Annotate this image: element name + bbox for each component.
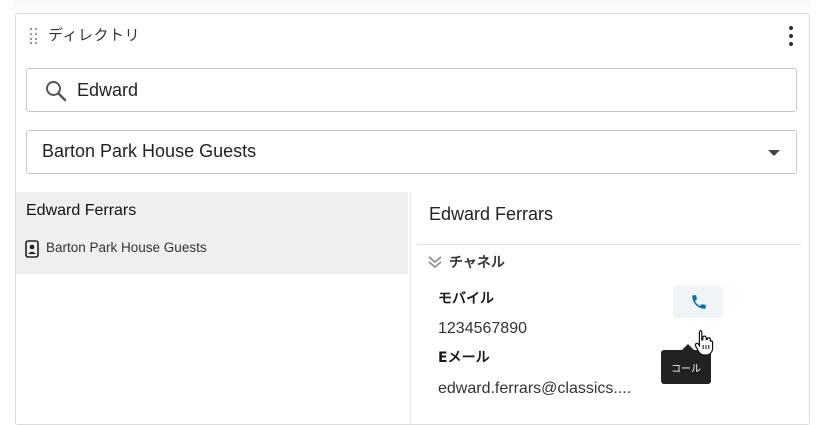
more-vertical-icon[interactable] (787, 26, 795, 48)
widget-title: ディレクトリ (48, 26, 140, 44)
directory-widget: ディレクトリ Barton Park House Guests Edward F… (15, 13, 810, 425)
mobile-value: 1234567890 (438, 320, 527, 337)
list-item[interactable]: Edward Ferrars Barton Park House Guests (16, 192, 408, 274)
hand-cursor-icon (694, 329, 714, 356)
email-value: edward.ferrars@classics.... (438, 380, 632, 397)
results-list: Edward Ferrars Barton Park House Guests (16, 192, 408, 424)
mobile-label: モバイル (438, 291, 494, 307)
tooltip-text: コール (671, 364, 701, 375)
contact-group: Barton Park House Guests (46, 240, 207, 255)
search-icon (46, 81, 67, 102)
email-label: Eメール (438, 350, 490, 366)
contact-name: Edward Ferrars (26, 202, 137, 219)
phone-icon (692, 295, 706, 309)
drag-handle-icon[interactable] (30, 28, 38, 44)
double-chevron-down-icon (428, 256, 442, 268)
contact-detail-panel: Edward Ferrars チャネル モバイル 1234567890 Eメール… (410, 192, 803, 424)
top-shadow (14, 0, 810, 12)
search-field[interactable] (26, 68, 797, 112)
call-button[interactable] (673, 286, 723, 318)
chevron-down-icon (768, 150, 780, 156)
group-filter-value: Barton Park House Guests (42, 141, 257, 161)
group-filter-select[interactable]: Barton Park House Guests (26, 130, 797, 174)
divider (417, 244, 801, 245)
contact-card-icon (25, 240, 39, 258)
detail-contact-name: Edward Ferrars (429, 204, 554, 224)
section-title: チャネル (449, 255, 505, 271)
search-input[interactable] (77, 77, 777, 103)
